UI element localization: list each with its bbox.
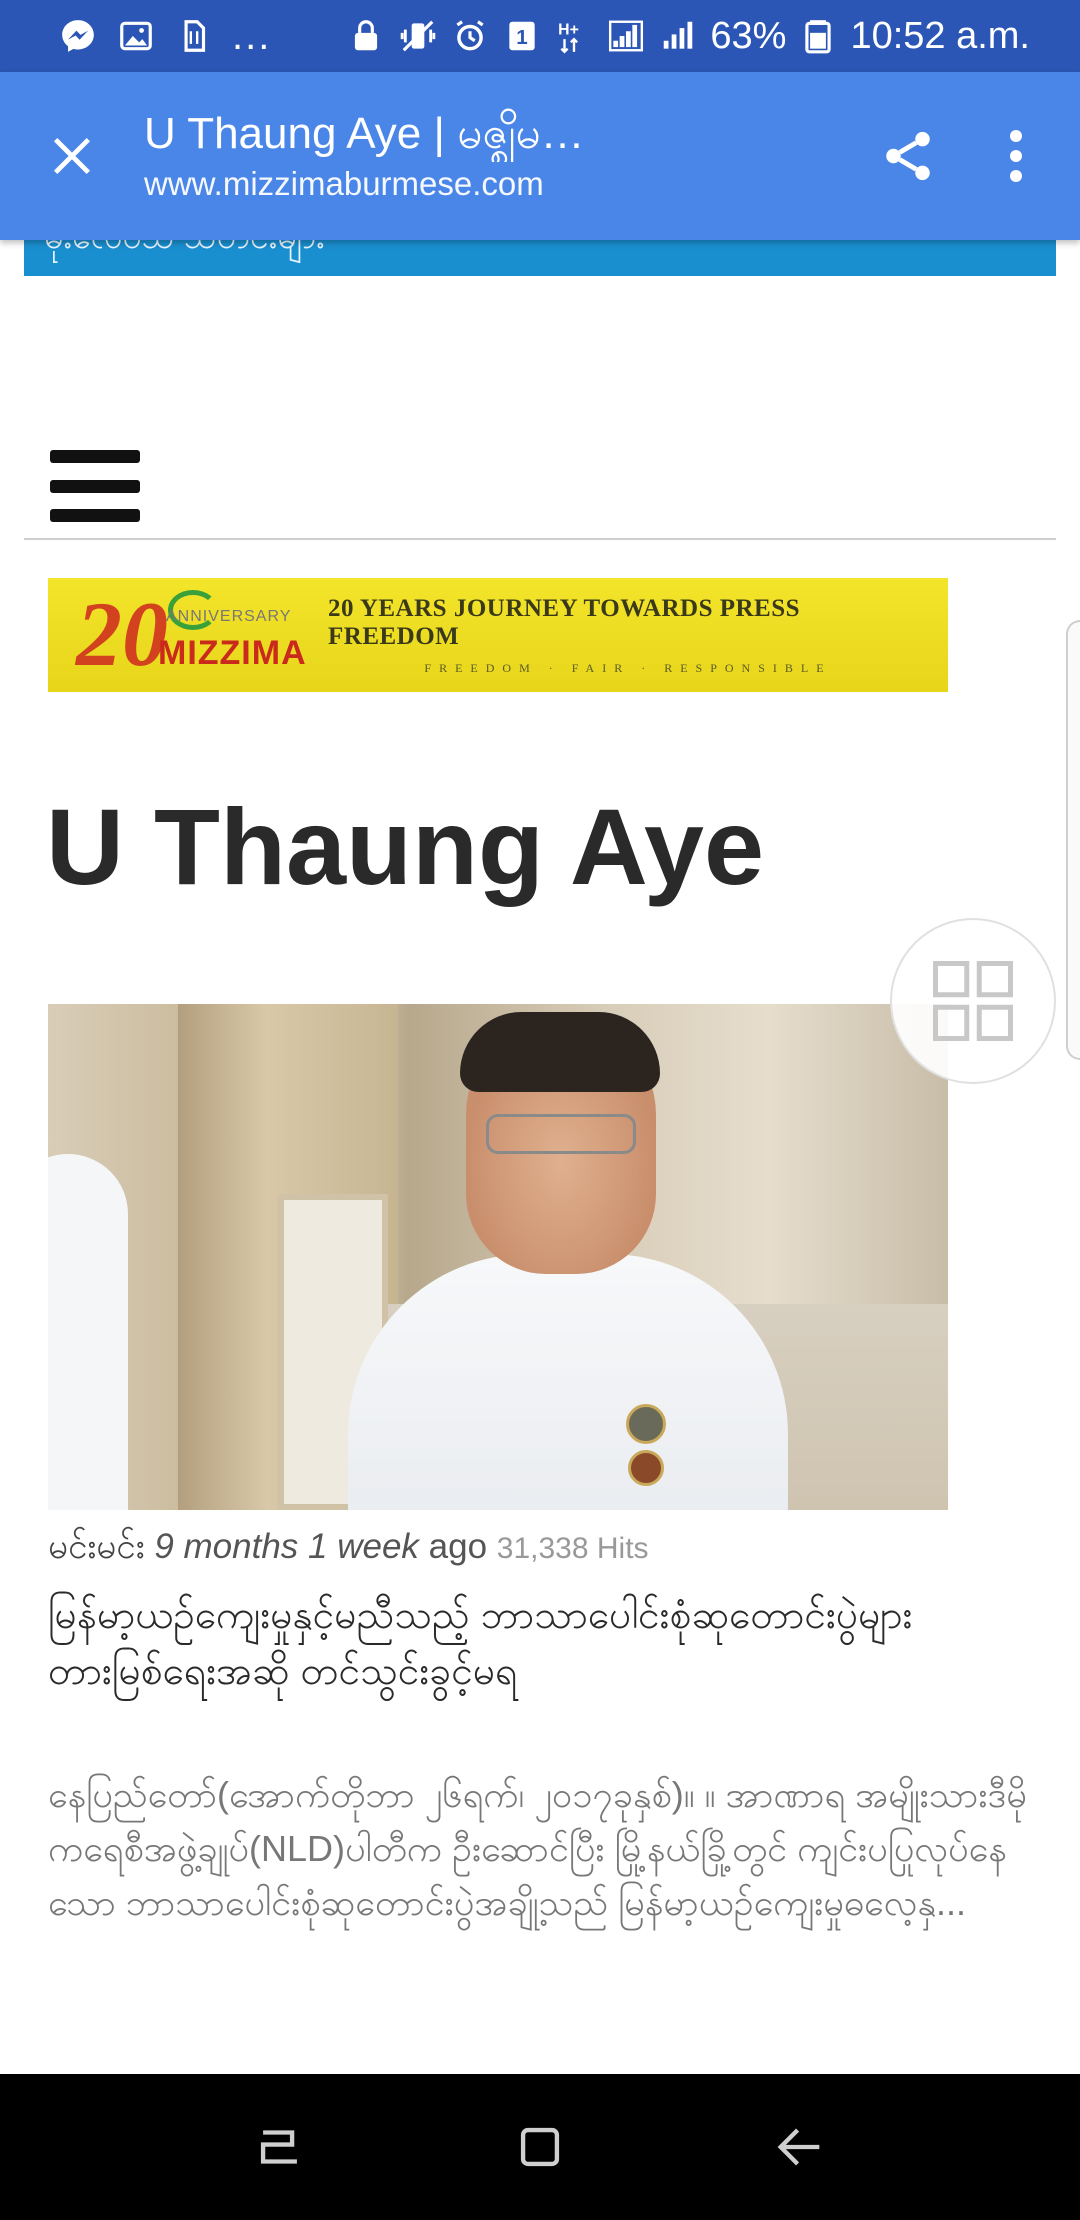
status-bar: ... 1 H+ 63% 10:52 a.m. — [0, 0, 1080, 72]
photo-badge — [626, 1404, 666, 1444]
article-author[interactable]: မင်းမင်း — [48, 1527, 145, 1566]
lock-icon — [346, 16, 386, 56]
banner-number: 20 — [76, 583, 168, 685]
close-icon — [53, 137, 91, 175]
sim-slot-badge: 1 — [502, 16, 542, 56]
sim-slot-number: 1 — [517, 26, 528, 49]
header-divider — [24, 538, 1056, 540]
battery-percent: 63% — [710, 14, 787, 57]
network-type-label: H+ — [559, 21, 580, 38]
recents-icon — [260, 2130, 297, 2164]
article-photo[interactable] — [48, 1004, 948, 1510]
mizzima-anniversary-banner[interactable]: 20 ANNIVERSARY MIZZIMA 20 YEARS JOURNEY … — [48, 578, 948, 692]
article-title-link[interactable]: မြန်မာ့ယဉ်ကျေးမှုနှင့်မညီသည့် ဘာသာပေါင်း… — [48, 1588, 1028, 1700]
banner-logo: 20 ANNIVERSARY MIZZIMA — [48, 578, 328, 692]
gallery-icon — [116, 16, 156, 56]
article-meta: မင်းမင်း 9 months 1 week ago 31,338 Hits — [48, 1524, 649, 1576]
battery-icon — [798, 16, 838, 56]
photo-hair — [460, 1012, 660, 1092]
more-options-button[interactable] — [988, 116, 1044, 196]
page-tab-title: U Thaung Aye | မဇ္ဈိမ… — [144, 109, 585, 158]
overflow-dots: ... — [232, 14, 272, 58]
network-type-icon: H+ — [554, 16, 594, 56]
page-url[interactable]: www.mizzimaburmese.com — [144, 162, 868, 206]
navigation-bar — [0, 2074, 1080, 2220]
banner-tagline: FREEDOM · FAIR · RESPONSIBLE — [424, 660, 832, 675]
signal-icon — [606, 16, 646, 56]
browser-toolbar: U Thaung Aye | မဇ္ဈိမ… www.mizzimaburmes… — [0, 72, 1080, 240]
photo-glasses — [486, 1114, 636, 1154]
photo-shirt — [348, 1254, 788, 1510]
back-button[interactable] — [760, 2107, 840, 2187]
banner-brand: MIZZIMA — [158, 634, 307, 672]
article-time: 9 months 1 week — [154, 1527, 419, 1566]
home-icon — [520, 2127, 560, 2167]
site-menu-button[interactable] — [50, 450, 140, 522]
page-heading: U Thaung Aye — [46, 786, 765, 907]
banner-text: 20 YEARS JOURNEY TOWARDS PRESS FREEDOM F… — [328, 595, 948, 676]
grid-view-icon — [933, 961, 1013, 1041]
status-bar-system: 1 H+ 63% 10:52 a.m. — [346, 15, 1030, 58]
vibrate-icon — [398, 16, 438, 56]
edge-panel-handle[interactable] — [1066, 620, 1080, 1060]
banner-anniversary-label: ANNIVERSARY — [166, 608, 292, 625]
back-icon — [777, 2128, 820, 2166]
share-button[interactable] — [868, 116, 948, 196]
clock: 10:52 a.m. — [850, 14, 1030, 57]
banner-headline: 20 YEARS JOURNEY TOWARDS PRESS FREEDOM — [328, 594, 801, 650]
article-excerpt: နေပြည်တော်(အောက်တိုဘာ ၂၆ရက်၊ ၂၀၁၇ခုနှစ်)… — [48, 1774, 1027, 1923]
alarm-icon — [450, 16, 490, 56]
close-button[interactable] — [36, 120, 108, 192]
hamburger-line — [50, 509, 140, 522]
status-bar-notifications: ... — [58, 16, 271, 56]
more-vert-icon — [1010, 130, 1022, 182]
article-hits: 31,338 Hits — [496, 1532, 649, 1565]
recents-button[interactable] — [240, 2107, 320, 2187]
grid-view-button[interactable] — [890, 918, 1056, 1084]
messenger-icon — [58, 16, 98, 56]
toolbar-title-block: U Thaung Aye | မဇ္ဈိမ… www.mizzimaburmes… — [144, 106, 868, 206]
home-button[interactable] — [500, 2107, 580, 2187]
hamburger-line — [50, 479, 140, 493]
photo-left-person — [48, 1154, 128, 1510]
photo-badge — [628, 1450, 664, 1486]
signal-secondary-icon — [658, 16, 698, 56]
hamburger-line — [50, 450, 140, 463]
article-time-suffix: ago — [428, 1527, 488, 1566]
sim-card-icon — [174, 16, 214, 56]
share-icon — [886, 131, 930, 181]
